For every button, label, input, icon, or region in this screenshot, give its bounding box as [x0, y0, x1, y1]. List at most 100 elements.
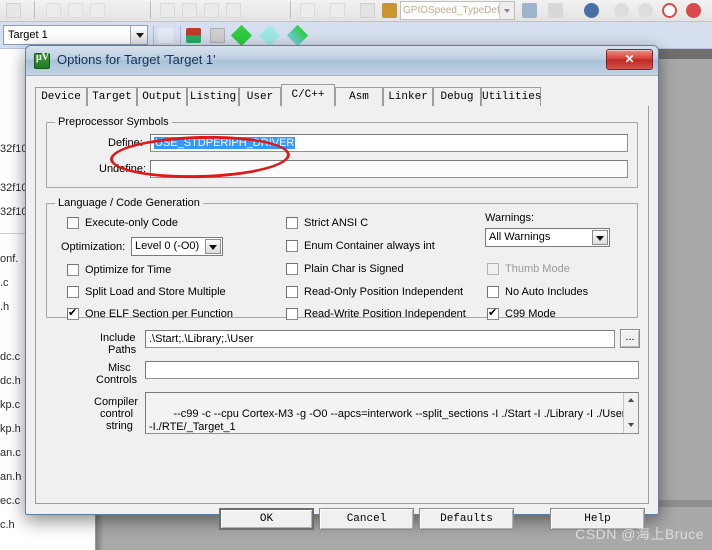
define-input[interactable]: USE_STDPERIPH_DRIVER	[150, 134, 628, 152]
symbol-combo-text: GPIOSpeed_TypeDef	[403, 5, 500, 16]
label-read-write-position-independent: Read-Write Position Independent	[304, 308, 466, 320]
list-item[interactable]: an.c	[0, 447, 21, 459]
include-paths-input[interactable]: .\Start;.\Library;.\User	[145, 330, 615, 348]
tab-output[interactable]: Output	[137, 87, 187, 106]
checkbox-optimize-for-time[interactable]	[67, 264, 79, 276]
tab-c-cpp[interactable]: C/C++	[281, 84, 335, 107]
options-dialog: Options for Target 'Target 1' Device Tar…	[25, 45, 659, 530]
list-item[interactable]: dc.h	[0, 375, 21, 387]
chevron-down-icon	[548, 3, 563, 18]
defaults-button[interactable]: Defaults	[419, 508, 514, 530]
list-item[interactable]: .h	[0, 301, 9, 313]
misc-controls-label-line2: Controls	[96, 374, 137, 386]
label-plain-char-is-signed: Plain Char is Signed	[304, 263, 404, 275]
watermark: CSDN @海上Bruce	[575, 526, 704, 542]
optimization-label: Optimization:	[61, 241, 126, 253]
checkbox-one-elf-section-per-function[interactable]	[67, 306, 79, 320]
warnings-select-value: All Warnings	[489, 231, 551, 243]
undefine-label: Undefine:	[99, 163, 147, 175]
checkbox-c99-mode[interactable]	[487, 306, 499, 320]
build-target-icon[interactable]	[186, 28, 201, 43]
checkbox-plain-char-is-signed[interactable]	[286, 263, 298, 275]
optimization-select[interactable]: Level 0 (-O0)	[131, 237, 223, 256]
warnings-label: Warnings:	[485, 212, 535, 224]
checkbox-no-auto-includes[interactable]	[487, 286, 499, 298]
chevron-down-icon[interactable]	[592, 230, 608, 245]
include-paths-value: .\Start;.\Library;.\User	[149, 333, 254, 345]
preprocessor-symbols-legend: Preprocessor Symbols	[55, 116, 172, 128]
tab-linker[interactable]: Linker	[383, 87, 433, 106]
magic-wand-icon[interactable]	[158, 28, 173, 43]
cancel-button[interactable]: Cancel	[319, 508, 414, 530]
compiler-control-string-scrollbar[interactable]	[623, 393, 638, 433]
list-item[interactable]: c.h	[0, 519, 15, 531]
list-item[interactable]: an.h	[0, 471, 21, 483]
list-item[interactable]: 32f10	[0, 182, 28, 194]
camera-icon	[522, 3, 537, 18]
list-item[interactable]: ec.c	[0, 495, 20, 507]
compiler-control-string-label-line3: string	[106, 420, 133, 432]
debug-green-icon[interactable]	[230, 24, 253, 47]
list-item[interactable]: 32f10	[0, 143, 28, 155]
define-label: Define:	[108, 137, 143, 149]
compiler-control-string-input[interactable]: --c99 -c --cpu Cortex-M3 -g -O0 --apcs=i…	[145, 392, 639, 434]
close-icon[interactable]	[606, 49, 653, 70]
checkbox-read-only-position-independent[interactable]	[286, 286, 298, 298]
include-paths-browse-button[interactable]: ...	[620, 329, 640, 348]
checkbox-split-load-and-store-multiple[interactable]	[67, 286, 79, 298]
label-thumb-mode: Thumb Mode	[505, 263, 570, 275]
list-item[interactable]: .c	[0, 277, 9, 289]
chevron-down-icon[interactable]	[130, 26, 147, 44]
preprocessor-symbols-group: Preprocessor Symbols Define: USE_STDPERI…	[46, 116, 638, 188]
tab-utilities[interactable]: Utilities	[481, 87, 541, 106]
tab-device[interactable]: Device	[35, 87, 87, 106]
label-read-only-position-independent: Read-Only Position Independent	[304, 286, 463, 298]
target-select[interactable]: Target 1	[3, 25, 148, 45]
scroll-up-icon[interactable]	[624, 393, 638, 407]
checkbox-execute-only-code[interactable]	[67, 217, 79, 229]
label-optimize-for-time: Optimize for Time	[85, 264, 172, 276]
tab-listing[interactable]: Listing	[187, 87, 239, 106]
compiler-control-string-label-line1: Compiler	[94, 396, 139, 408]
checkbox-thumb-mode	[487, 263, 499, 275]
checkbox-read-write-position-independent[interactable]	[286, 308, 298, 320]
list-item[interactable]: kp.c	[0, 399, 20, 411]
label-split-load-and-store-multiple: Split Load and Store Multiple	[85, 286, 226, 298]
tab-debug[interactable]: Debug	[433, 87, 481, 106]
label-enum-container-always-int: Enum Container always int	[304, 240, 435, 252]
language-code-generation-legend: Language / Code Generation	[55, 197, 203, 209]
bookmark-next-icon	[638, 3, 653, 18]
symbol-combo[interactable]: GPIOSpeed_TypeDef	[400, 1, 515, 20]
label-no-auto-includes: No Auto Includes	[505, 286, 589, 298]
scroll-down-icon[interactable]	[624, 418, 638, 432]
list-item[interactable]: dc.c	[0, 351, 20, 363]
debug-cyan-icon[interactable]	[258, 24, 281, 47]
checkbox-strict-ansi-c[interactable]	[286, 217, 298, 229]
checkbox-enum-container-always-int[interactable]	[286, 240, 298, 252]
label-strict-ansi-c: Strict ANSI C	[304, 217, 369, 229]
chevron-down-icon[interactable]	[499, 2, 514, 19]
tab-page-c-cpp: Preprocessor Symbols Define: USE_STDPERI…	[35, 106, 649, 504]
tab-target[interactable]: Target	[87, 87, 137, 106]
include-paths-label-line2: Paths	[108, 344, 137, 356]
batch-build-icon[interactable]	[210, 28, 225, 43]
list-item[interactable]: 32f10	[0, 206, 28, 218]
tab-asm[interactable]: Asm	[335, 87, 383, 106]
undefine-input[interactable]	[150, 160, 628, 178]
ok-button[interactable]: OK	[219, 508, 314, 530]
target-select-value: Target 1	[8, 29, 48, 41]
chevron-down-icon[interactable]	[205, 239, 221, 254]
misc-controls-label-line1: Misc	[108, 362, 131, 374]
list-item[interactable]: kp.h	[0, 423, 21, 435]
list-item[interactable]: onf.	[0, 253, 18, 265]
label-one-elf-section-per-function: One ELF Section per Function	[85, 308, 233, 320]
breakpoint-all-icon	[686, 3, 701, 18]
keil-uvision-icon	[34, 52, 50, 69]
dialog-titlebar[interactable]: Options for Target 'Target 1'	[26, 46, 658, 76]
misc-controls-input[interactable]	[145, 361, 639, 379]
search-icon	[584, 3, 599, 18]
debug-multi-icon[interactable]	[286, 24, 309, 47]
tab-user[interactable]: User	[239, 87, 281, 106]
warnings-select[interactable]: All Warnings	[485, 228, 610, 247]
label-execute-only-code: Execute-only Code	[85, 217, 178, 229]
